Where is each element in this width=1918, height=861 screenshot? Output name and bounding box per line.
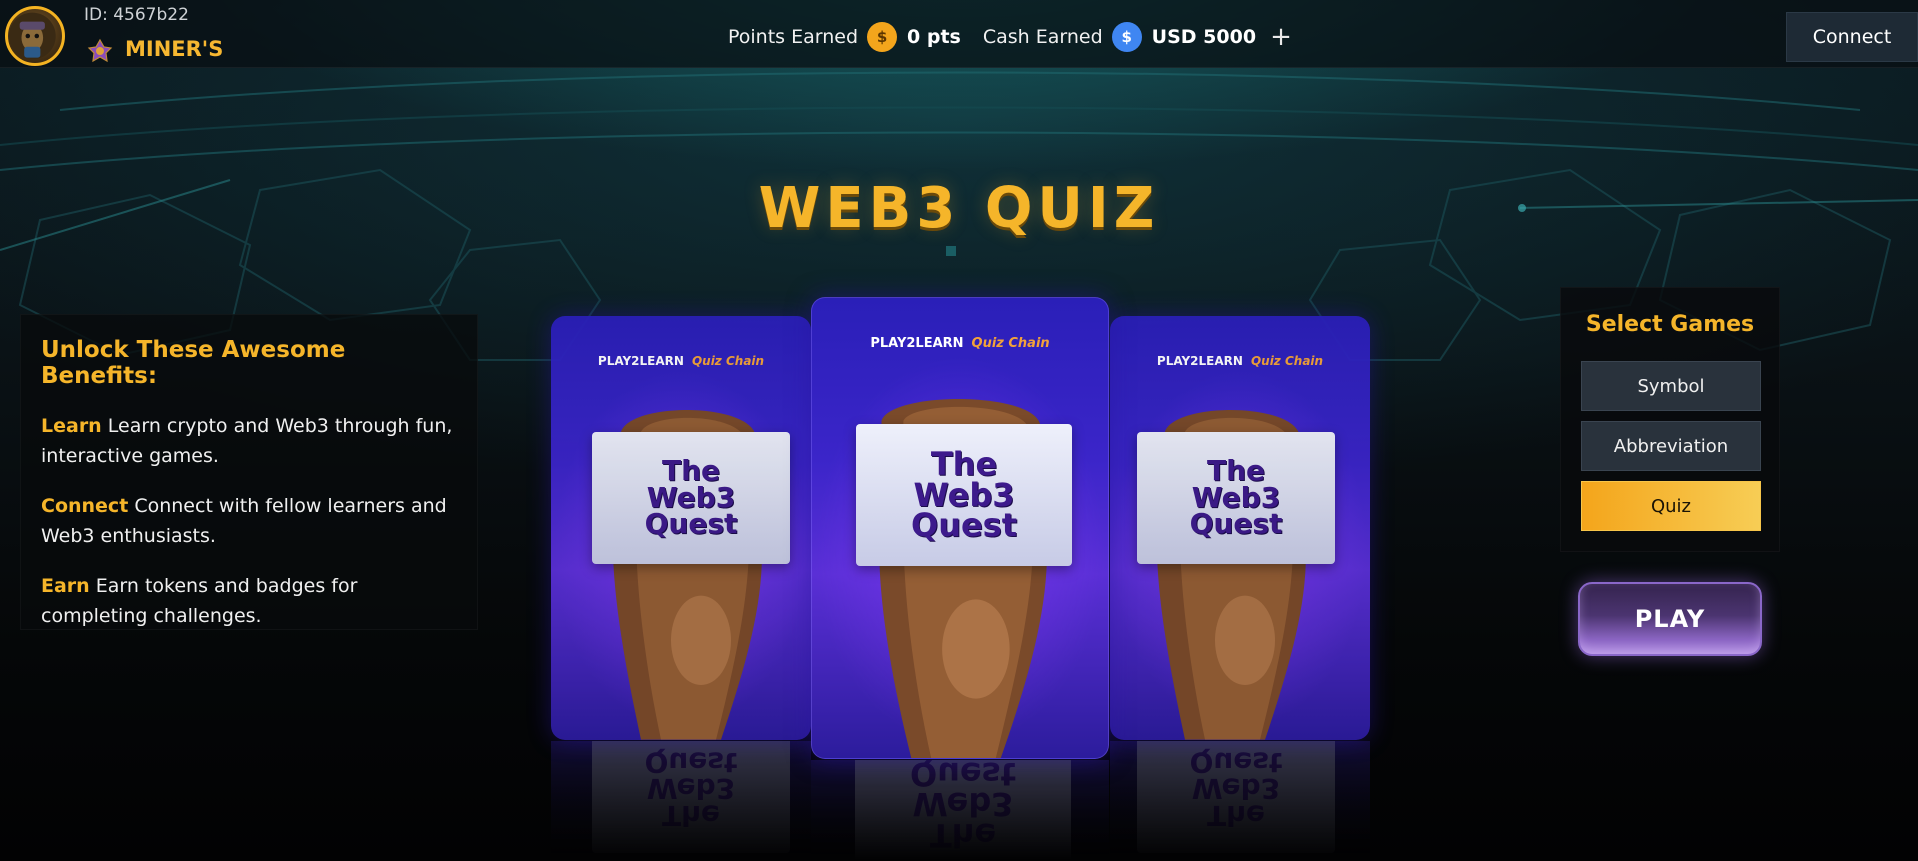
- game-option-quiz[interactable]: Quiz: [1581, 481, 1761, 531]
- user-id: ID: 4567b22: [84, 5, 189, 25]
- quizchain-logo: Quiz Chain: [691, 354, 765, 368]
- card-sign-text: The Web3 Quest: [1189, 454, 1283, 541]
- points-label: Points Earned: [728, 26, 859, 48]
- page-title: WEB3 QUIZ: [758, 176, 1160, 241]
- card-sign: The Web3 Quest: [592, 432, 790, 564]
- card-reflection: The Web3 Quest: [551, 741, 811, 861]
- connect-wallet-button[interactable]: Connect: [1786, 12, 1918, 62]
- top-bar: ID: 4567b22 MINER'S Points Earned $ 0 pt…: [0, 0, 1918, 68]
- rank-name: MINER'S: [125, 37, 224, 61]
- reflection-sign-text: The Web3 Quest: [909, 760, 1017, 854]
- points-coin-icon: $: [867, 22, 898, 52]
- play2learn-logo: PLAY2LEARN: [597, 354, 684, 368]
- benefit-keyword: Earn: [41, 575, 90, 597]
- game-option-symbol[interactable]: Symbol: [1581, 361, 1761, 411]
- card-reflection: The Web3 Quest: [1110, 741, 1370, 861]
- quizchain-logo: Quiz Chain: [971, 336, 1050, 351]
- benefit-text: Learn crypto and Web3 through fun, inter…: [41, 415, 453, 467]
- play2learn-logo: PLAY2LEARN: [1156, 354, 1243, 368]
- benefit-connect: Connect Connect with fellow learners and…: [41, 491, 457, 551]
- card-logos: PLAY2LEARN Quiz Chain: [1110, 354, 1370, 368]
- select-games-heading: Select Games: [1585, 312, 1755, 337]
- rank-badge-icon: [87, 38, 113, 64]
- avatar[interactable]: [5, 6, 65, 66]
- reflection-sign-text: The Web3 Quest: [644, 745, 738, 832]
- reflection-sign: The Web3 Quest: [1137, 741, 1335, 853]
- game-option-abbreviation[interactable]: Abbreviation: [1581, 421, 1761, 471]
- play2learn-logo: PLAY2LEARN: [870, 336, 964, 351]
- cash-coin-icon: $: [1111, 22, 1142, 52]
- benefit-keyword: Learn: [41, 415, 102, 437]
- benefit-earn: Earn Earn tokens and badges for completi…: [41, 571, 457, 631]
- game-card-right[interactable]: PLAY2LEARN Quiz Chain The Web3 Quest: [1110, 316, 1370, 740]
- game-card-left[interactable]: PLAY2LEARN Quiz Chain The Web3 Quest: [551, 316, 811, 740]
- benefit-keyword: Connect: [41, 495, 129, 517]
- card-sign-text: The Web3 Quest: [644, 454, 738, 541]
- reflection-sign: The Web3 Quest: [592, 741, 790, 853]
- card-sign: The Web3 Quest: [1137, 432, 1335, 564]
- points-value: 0 pts: [907, 26, 961, 48]
- game-card-center[interactable]: PLAY2LEARN Quiz Chain The Web3 Quest: [811, 297, 1109, 759]
- benefits-heading: Unlock These Awesome Benefits:: [41, 337, 346, 389]
- benefits-panel: Unlock These Awesome Benefits: Learn Lea…: [20, 314, 478, 630]
- add-cash-button[interactable]: +: [1270, 24, 1292, 50]
- earnings-stats: Points Earned $ 0 pts Cash Earned $ USD …: [728, 22, 1292, 52]
- card-logos: PLAY2LEARN Quiz Chain: [551, 354, 811, 368]
- benefit-learn: Learn Learn crypto and Web3 through fun,…: [41, 411, 457, 471]
- play-button[interactable]: PLAY: [1578, 582, 1762, 656]
- card-sign-text: The Web3 Quest: [910, 445, 1018, 545]
- cash-value: USD 5000: [1151, 26, 1257, 48]
- select-games-panel: Select Games Symbol Abbreviation Quiz: [1560, 287, 1780, 552]
- quizchain-logo: Quiz Chain: [1250, 354, 1324, 368]
- card-reflection: The Web3 Quest: [811, 760, 1109, 861]
- card-sign: The Web3 Quest: [856, 424, 1072, 566]
- reflection-sign-text: The Web3 Quest: [1189, 745, 1283, 832]
- card-logos: PLAY2LEARN Quiz Chain: [812, 336, 1108, 351]
- cash-label: Cash Earned: [982, 26, 1103, 48]
- reflection-sign: The Web3 Quest: [855, 760, 1071, 861]
